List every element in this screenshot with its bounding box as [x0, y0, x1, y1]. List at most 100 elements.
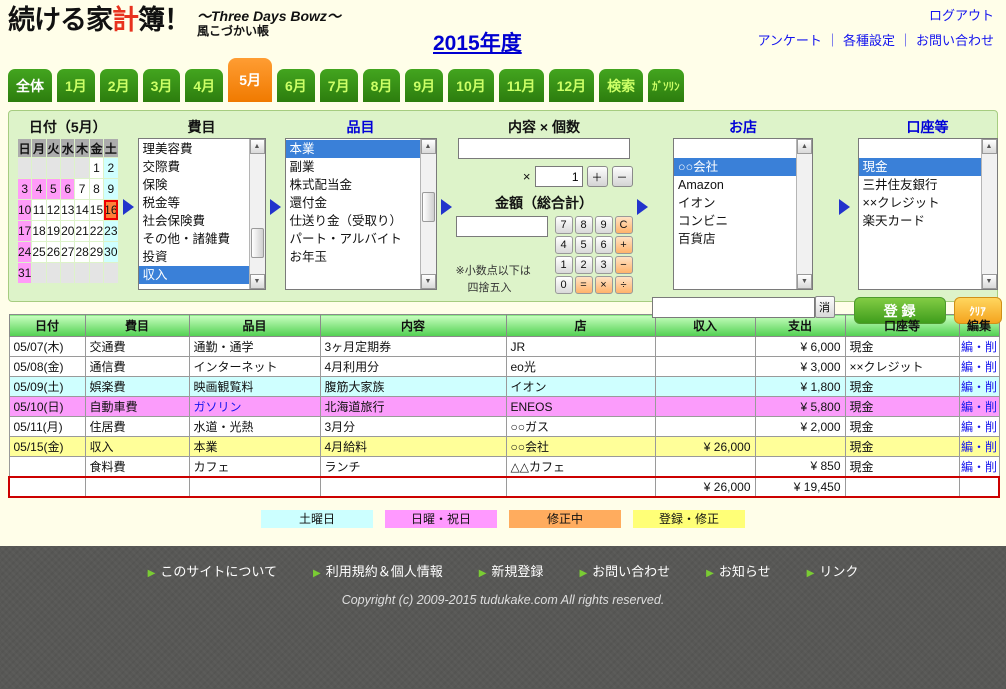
tab-sep[interactable]: 9月: [405, 69, 443, 102]
edit-delete-link[interactable]: 編・削: [961, 340, 997, 354]
calc-key-1[interactable]: 1: [555, 256, 573, 274]
scroll-up-icon[interactable]: ▲: [421, 139, 436, 154]
list-item-blank[interactable]: [674, 140, 796, 158]
calendar-day-selected[interactable]: 16: [104, 200, 117, 220]
list-item[interactable]: パート・アルバイト: [286, 230, 420, 248]
list-item[interactable]: 本業: [286, 140, 420, 158]
list-item[interactable]: 株式配当金: [286, 176, 420, 194]
calc-key-×[interactable]: ×: [595, 276, 613, 294]
list-item[interactable]: ○○会社: [674, 158, 796, 176]
calendar-day[interactable]: 13: [61, 200, 74, 220]
list-item[interactable]: 保険: [139, 176, 249, 194]
footer-link[interactable]: ▶利用規約＆個人情報: [313, 561, 443, 580]
calc-key-÷[interactable]: ÷: [615, 276, 633, 294]
calc-key-8[interactable]: 8: [575, 216, 593, 234]
scroll-down-icon[interactable]: ▼: [797, 274, 812, 289]
scroll-up-icon[interactable]: ▲: [797, 139, 812, 154]
year-link[interactable]: 2015年度: [433, 27, 522, 57]
calendar-day[interactable]: 3: [18, 179, 31, 199]
calendar-day[interactable]: 18: [32, 221, 45, 241]
scrollbar-track[interactable]: [797, 154, 812, 274]
calendar-day[interactable]: 10: [18, 200, 31, 220]
calendar-day[interactable]: 31: [18, 263, 31, 283]
scroll-down-icon[interactable]: ▼: [421, 274, 436, 289]
tab-oct[interactable]: 10月: [448, 69, 494, 102]
item-link[interactable]: ガソリン: [194, 400, 242, 414]
calendar-day[interactable]: 5: [47, 179, 60, 199]
tab-may[interactable]: 5月: [228, 58, 272, 102]
scroll-down-icon[interactable]: ▼: [982, 274, 997, 289]
calc-key-−[interactable]: −: [615, 256, 633, 274]
calendar-day[interactable]: 27: [61, 242, 74, 262]
tab-jul[interactable]: 7月: [320, 69, 358, 102]
calendar-day[interactable]: 6: [61, 179, 74, 199]
list-item[interactable]: 副業: [286, 158, 420, 176]
scrollbar-thumb[interactable]: [251, 228, 264, 258]
edit-delete-link[interactable]: 編・削: [961, 400, 997, 414]
calendar-day[interactable]: 15: [90, 200, 103, 220]
utility-link[interactable]: お問い合わせ: [916, 33, 994, 48]
tab-feb[interactable]: 2月: [100, 69, 138, 102]
list-item[interactable]: イオン: [674, 194, 796, 212]
calc-key-+[interactable]: +: [615, 236, 633, 254]
calendar-day[interactable]: 19: [47, 221, 60, 241]
content-input[interactable]: [458, 138, 630, 159]
shop-input[interactable]: [652, 297, 815, 318]
footer-link[interactable]: ▶リンク: [807, 561, 859, 580]
calendar-day[interactable]: 11: [32, 200, 45, 220]
list-item[interactable]: 三井住友銀行: [859, 176, 981, 194]
shop-listbox[interactable]: ○○会社Amazonイオンコンビニ百貨店▲▼: [673, 138, 813, 290]
shop-clear-button[interactable]: 消: [815, 296, 835, 318]
edit-delete-link[interactable]: 編・削: [961, 420, 997, 434]
scroll-up-icon[interactable]: ▲: [982, 139, 997, 154]
calendar-day[interactable]: 1: [90, 158, 103, 178]
calendar-day[interactable]: 17: [18, 221, 31, 241]
calendar-day[interactable]: 12: [47, 200, 60, 220]
list-item[interactable]: 百貨店: [674, 230, 796, 248]
tab-jun[interactable]: 6月: [277, 69, 315, 102]
edit-delete-link[interactable]: 編・削: [961, 460, 997, 474]
list-item-blank[interactable]: [859, 140, 981, 158]
tab-all[interactable]: 全体: [8, 69, 52, 102]
calc-key-5[interactable]: 5: [575, 236, 593, 254]
scrollbar-track[interactable]: [421, 154, 436, 274]
list-item[interactable]: 楽天カード: [859, 212, 981, 230]
calendar-day[interactable]: 20: [61, 221, 74, 241]
calc-key-C[interactable]: C: [615, 216, 633, 234]
calc-key-=[interactable]: =: [575, 276, 593, 294]
scroll-up-icon[interactable]: ▲: [250, 139, 265, 154]
calendar-day[interactable]: 21: [75, 221, 88, 241]
tab-mar[interactable]: 3月: [143, 69, 181, 102]
calc-key-9[interactable]: 9: [595, 216, 613, 234]
calendar-day[interactable]: 25: [32, 242, 45, 262]
tab-nov[interactable]: 11月: [499, 69, 544, 102]
account-listbox[interactable]: 現金三井住友銀行××クレジット楽天カード▲▼: [858, 138, 998, 290]
tab-aug[interactable]: 8月: [363, 69, 401, 102]
tab-apr[interactable]: 4月: [185, 69, 223, 102]
list-item[interactable]: 交際費: [139, 158, 249, 176]
calendar-day[interactable]: 26: [47, 242, 60, 262]
calendar-day[interactable]: 2: [104, 158, 117, 178]
calendar-day[interactable]: 23: [104, 221, 117, 241]
utility-link[interactable]: 各種設定: [843, 33, 895, 48]
calendar-day[interactable]: 8: [90, 179, 103, 199]
list-item[interactable]: 還付金: [286, 194, 420, 212]
tab-jan[interactable]: 1月: [57, 69, 95, 102]
calc-key-0[interactable]: 0: [555, 276, 573, 294]
footer-link[interactable]: ▶お知らせ: [706, 561, 770, 580]
tab-dec[interactable]: 12月: [549, 69, 595, 102]
utility-link[interactable]: アンケート: [757, 33, 821, 48]
calendar-day[interactable]: 7: [75, 179, 88, 199]
quantity-input[interactable]: [535, 166, 583, 187]
calc-key-3[interactable]: 3: [595, 256, 613, 274]
calendar-day[interactable]: 22: [90, 221, 103, 241]
calendar-day[interactable]: 24: [18, 242, 31, 262]
amount-input[interactable]: [456, 216, 548, 237]
list-item[interactable]: 現金: [859, 158, 981, 176]
edit-delete-link[interactable]: 編・削: [961, 360, 997, 374]
calc-key-7[interactable]: 7: [555, 216, 573, 234]
list-item[interactable]: 収入: [139, 266, 249, 284]
list-item[interactable]: コンビニ: [674, 212, 796, 230]
scrollbar-thumb[interactable]: [422, 192, 435, 222]
calc-key-4[interactable]: 4: [555, 236, 573, 254]
